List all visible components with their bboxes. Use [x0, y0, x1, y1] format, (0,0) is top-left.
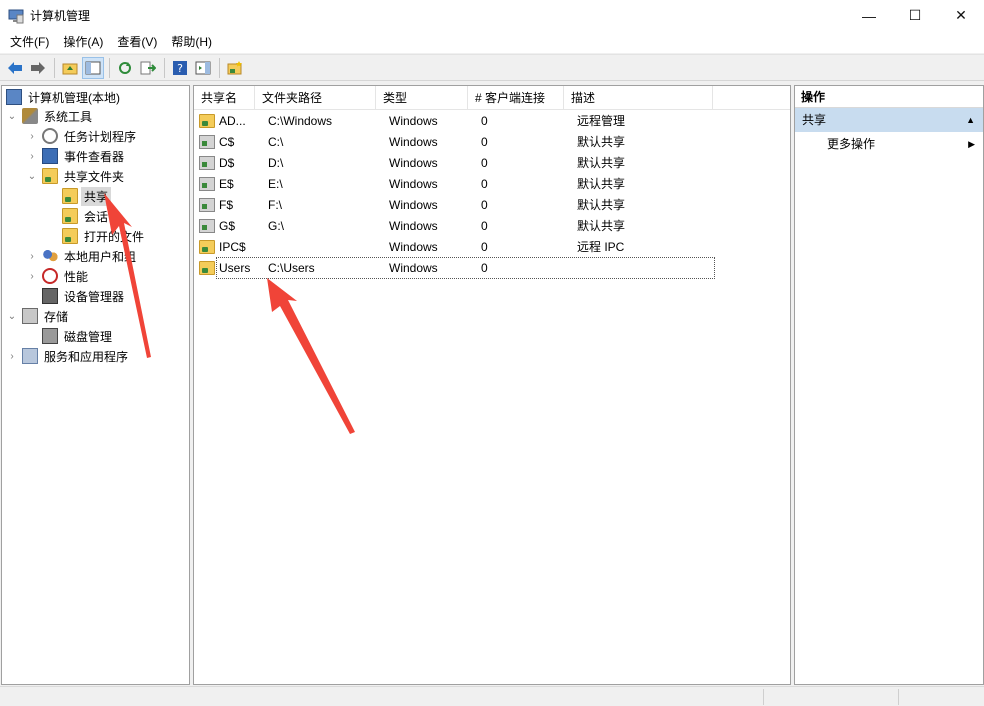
- expand-icon[interactable]: ›: [26, 146, 38, 166]
- table-row[interactable]: D$ D:\ Windows 0 默认共享: [194, 152, 711, 173]
- focused-row-outline: Users C:\Users Windows 0: [216, 256, 715, 279]
- tree-task-scheduler[interactable]: › 任务计划程序: [26, 126, 139, 146]
- tree-services-apps[interactable]: › 服务和应用程序: [6, 346, 131, 366]
- table-row[interactable]: AD... C:\Windows Windows 0 远程管理: [194, 110, 711, 131]
- table-row[interactable]: Users C:\Users Windows 0: [194, 256, 715, 279]
- show-hide-action-pane-icon[interactable]: [192, 57, 214, 79]
- shared-folder-icon: [42, 168, 58, 184]
- new-share-icon[interactable]: [224, 57, 246, 79]
- back-icon[interactable]: [4, 57, 26, 79]
- collapse-icon[interactable]: ⌄: [26, 166, 38, 186]
- collapse-up-icon[interactable]: ▲: [966, 108, 975, 132]
- refresh-icon[interactable]: [114, 57, 136, 79]
- column-header-description[interactable]: 描述: [564, 86, 713, 110]
- help-icon[interactable]: ?: [169, 57, 191, 79]
- list-header: 共享名 文件夹路径 类型 # 客户端连接 描述: [194, 86, 790, 110]
- tree-open-files[interactable]: 打开的文件: [46, 226, 147, 246]
- column-header-type[interactable]: 类型: [376, 86, 468, 110]
- shared-folder-icon: [199, 260, 215, 275]
- close-button[interactable]: ✕: [938, 0, 984, 31]
- menu-view[interactable]: 查看(V): [110, 31, 164, 53]
- more-actions-item[interactable]: 更多操作 ▶: [795, 132, 983, 156]
- console-tree: 计算机管理(本地) ⌄ 系统工具 › 任务计划程序 › 事件查看器 ⌄ 共享文件…: [1, 85, 190, 685]
- drive-share-icon: [199, 176, 215, 191]
- event-log-icon: [42, 148, 58, 164]
- expand-icon[interactable]: ›: [26, 246, 38, 266]
- menu-action[interactable]: 操作(A): [56, 31, 110, 53]
- export-list-icon[interactable]: [137, 57, 159, 79]
- services-icon: [22, 348, 38, 364]
- device-manager-icon: [42, 288, 58, 304]
- show-hide-tree-icon[interactable]: [82, 56, 104, 79]
- toolbar-separator: [219, 57, 220, 78]
- tree-storage[interactable]: ⌄ 存储: [6, 306, 71, 326]
- toolbar-separator: [109, 57, 110, 78]
- toolbar-separator: [54, 57, 55, 78]
- computer-management-icon: [8, 8, 24, 24]
- users-icon: [42, 248, 58, 264]
- status-bar: [0, 686, 984, 706]
- actions-section-shares[interactable]: 共享 ▲: [795, 108, 983, 132]
- performance-icon: [42, 268, 58, 284]
- status-divider: [898, 689, 899, 705]
- computer-icon: [6, 89, 22, 105]
- shared-folder-icon: [62, 228, 78, 244]
- table-row[interactable]: IPC$ Windows 0 远程 IPC: [194, 236, 711, 257]
- shared-folder-icon: [199, 239, 215, 254]
- tools-icon: [22, 108, 38, 124]
- drive-share-icon: [199, 134, 215, 149]
- drive-share-icon: [199, 197, 215, 212]
- tree-event-viewer[interactable]: › 事件查看器: [26, 146, 127, 166]
- tree-shares[interactable]: 共享: [46, 186, 112, 206]
- table-row[interactable]: G$ G:\ Windows 0 默认共享: [194, 215, 711, 236]
- expand-icon[interactable]: ›: [6, 346, 18, 366]
- expand-icon[interactable]: ›: [26, 266, 38, 286]
- tree-sessions[interactable]: 会话: [46, 206, 111, 226]
- table-row[interactable]: E$ E:\ Windows 0 默认共享: [194, 173, 711, 194]
- tree-disk-management[interactable]: 磁盘管理: [26, 326, 115, 346]
- toolbar-separator: [164, 57, 165, 78]
- shared-folder-icon: [62, 208, 78, 224]
- window-title: 计算机管理: [30, 9, 91, 23]
- storage-icon: [22, 308, 38, 324]
- minimize-button[interactable]: —: [846, 0, 892, 31]
- actions-header: 操作: [795, 86, 983, 108]
- maximize-button[interactable]: ☐: [892, 0, 938, 31]
- shared-folder-icon: [62, 188, 78, 204]
- drive-share-icon: [199, 218, 215, 233]
- collapse-icon[interactable]: ⌄: [6, 306, 18, 326]
- tree-shared-folders[interactable]: ⌄ 共享文件夹: [26, 166, 127, 186]
- svg-text:?: ?: [177, 62, 183, 75]
- column-header-folder-path[interactable]: 文件夹路径: [255, 86, 376, 110]
- collapse-icon[interactable]: ⌄: [6, 106, 18, 126]
- drive-share-icon: [199, 155, 215, 170]
- table-row[interactable]: F$ F:\ Windows 0 默认共享: [194, 194, 711, 215]
- column-header-clients[interactable]: # 客户端连接: [468, 86, 564, 110]
- tree-performance[interactable]: › 性能: [26, 266, 91, 286]
- tree-root[interactable]: 计算机管理(本地): [4, 87, 123, 107]
- up-folder-icon[interactable]: [59, 57, 81, 79]
- share-list: 共享名 文件夹路径 类型 # 客户端连接 描述 AD... C:\Windows…: [193, 85, 791, 685]
- expand-icon[interactable]: ›: [26, 126, 38, 146]
- tree-local-users[interactable]: › 本地用户和组: [26, 246, 139, 266]
- menu-help[interactable]: 帮助(H): [164, 31, 219, 53]
- tree-system-tools[interactable]: ⌄ 系统工具: [6, 106, 95, 126]
- menu-bar: 文件(F) 操作(A) 查看(V) 帮助(H): [0, 31, 984, 53]
- column-header-share-name[interactable]: 共享名: [194, 86, 255, 110]
- submenu-arrow-icon: ▶: [968, 139, 975, 149]
- tree-device-manager[interactable]: 设备管理器: [26, 286, 127, 306]
- toolbar: ?: [0, 54, 984, 81]
- clock-icon: [42, 128, 58, 144]
- table-row[interactable]: C$ C:\ Windows 0 默认共享: [194, 131, 711, 152]
- disk-icon: [42, 328, 58, 344]
- forward-icon[interactable]: [27, 57, 49, 79]
- status-divider: [763, 689, 764, 705]
- shared-folder-icon: [199, 113, 215, 128]
- actions-pane: 操作 共享 ▲ 更多操作 ▶: [794, 85, 984, 685]
- title-bar: 计算机管理 — ☐ ✕: [0, 0, 984, 31]
- menu-file[interactable]: 文件(F): [3, 31, 56, 53]
